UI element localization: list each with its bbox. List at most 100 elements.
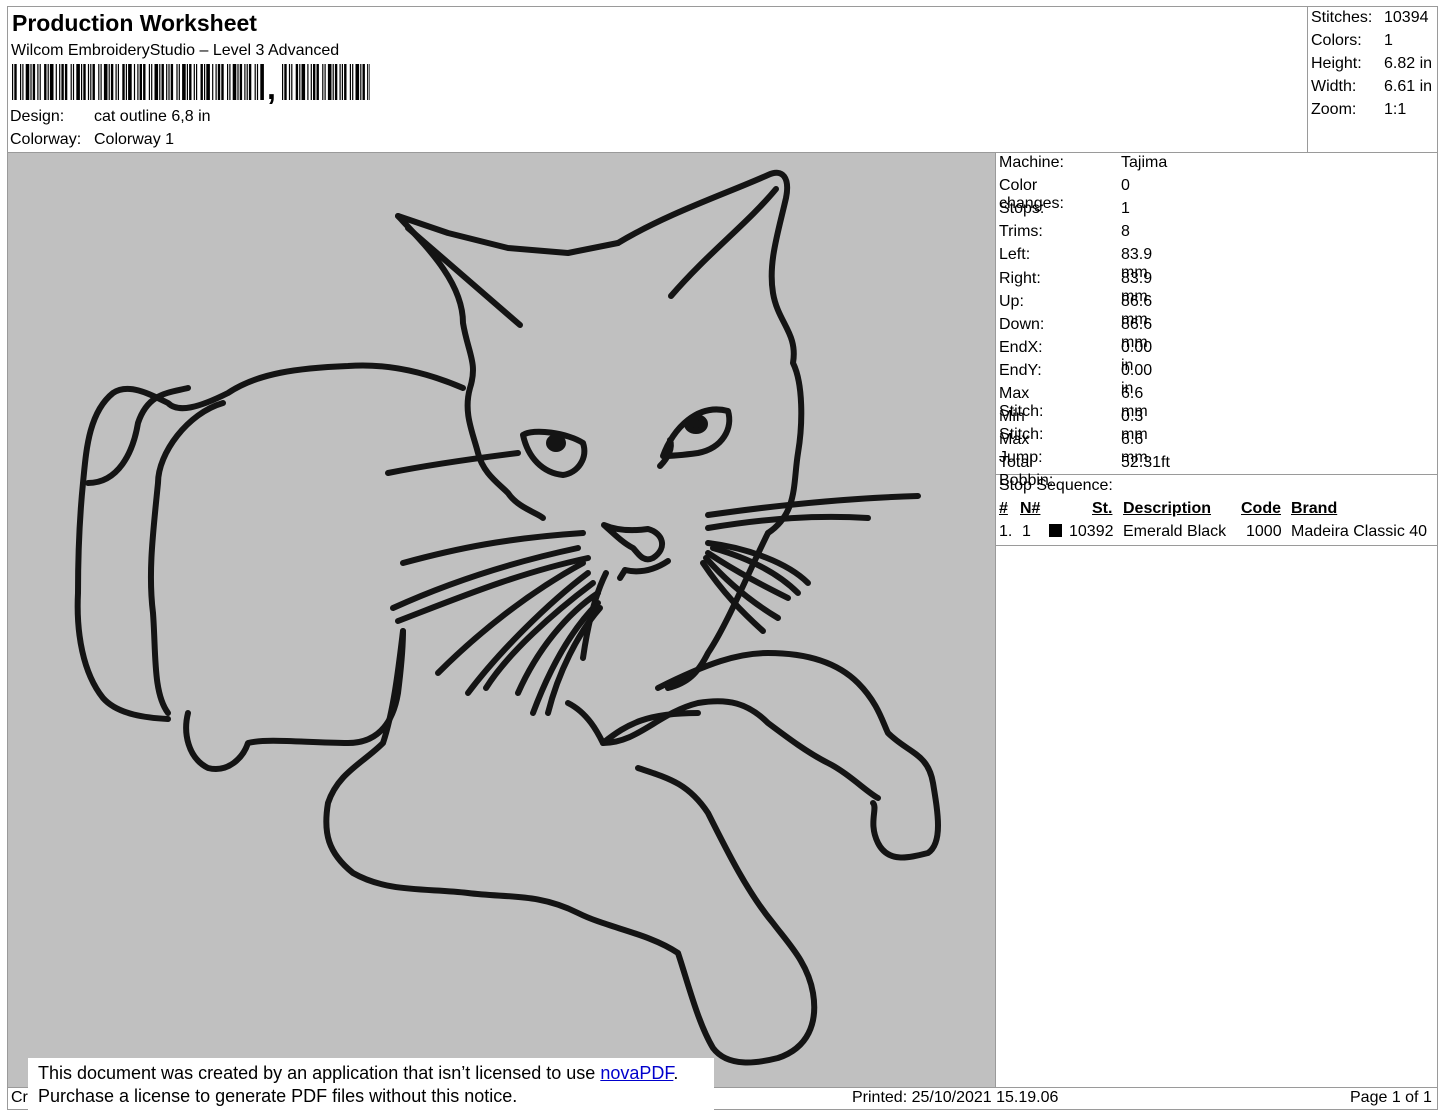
barcode-bar: [37, 64, 39, 100]
barcode-bar: [212, 64, 214, 100]
barcode-bar: [55, 64, 57, 100]
width-label: Width:: [1311, 78, 1357, 95]
barcode-bar: [110, 64, 114, 100]
col-header-stitches: St.: [1092, 500, 1113, 517]
barcode-bar: [307, 64, 309, 100]
barcode-bar: [332, 64, 334, 100]
barcode-bar: [200, 64, 203, 100]
barcode-bar: [344, 64, 347, 100]
barcode-bar: [301, 64, 306, 100]
barcode-bar: [178, 64, 180, 100]
barcode-bar: [341, 64, 343, 100]
barcode-bar: [229, 64, 231, 100]
barcode-bar: [256, 64, 259, 100]
barcode-bar: [215, 64, 217, 100]
barcode-bar: [32, 64, 36, 100]
barcode-bar: [139, 64, 142, 100]
barcode-bar: [239, 64, 243, 100]
barcode-bar: [44, 64, 47, 100]
barcode-bar: [310, 64, 312, 100]
barcode-bar: [103, 64, 108, 100]
thread-color-swatch: [1049, 524, 1062, 537]
barcode-bar: [143, 64, 146, 100]
barcode-bar: [284, 64, 287, 100]
barcode-bar: [161, 64, 164, 100]
seq-row-num: 1.: [999, 523, 1013, 540]
barcode-bar: [316, 64, 319, 100]
barcode-bar: [334, 64, 338, 100]
barcode-bar: [237, 64, 239, 100]
barcode-bar: [299, 64, 301, 100]
barcode-bar: [196, 64, 198, 100]
machine-info-label: Trims:: [999, 223, 1043, 241]
page-title: Production Worksheet: [12, 10, 257, 36]
barcode-bar: [193, 64, 195, 100]
barcode-bar: [186, 64, 188, 100]
barcode-bar: [182, 64, 186, 100]
barcode-bar: [217, 64, 221, 100]
barcode-bar: [61, 64, 64, 100]
barcode-bar: [100, 64, 102, 100]
barcode-bar: [189, 64, 192, 100]
height-value: 6.82 in: [1384, 55, 1433, 72]
barcode-bar: [367, 64, 369, 100]
barcode-bar: [352, 64, 354, 100]
machine-info-value: 52.31ft: [1121, 454, 1170, 472]
machine-info-label: Stops:: [999, 200, 1045, 218]
stitches-label: Stitches:: [1311, 9, 1373, 26]
barcode-bar: [248, 64, 252, 100]
barcode-bar: [176, 64, 178, 100]
colors-value: 1: [1384, 32, 1393, 49]
barcode-bar: [362, 64, 365, 100]
barcode-bar: [47, 64, 49, 100]
barcode-bar: [206, 64, 210, 100]
machine-info-value: Tajima: [1121, 154, 1168, 171]
software-name: Wilcom EmbroideryStudio – Level 3 Advanc…: [11, 42, 340, 59]
barcode-bar: [148, 64, 150, 100]
barcode-bar: [291, 64, 293, 100]
barcode-bar: [22, 64, 24, 100]
machine-info-label: Right:: [999, 269, 1041, 287]
barcode-bar: [81, 64, 83, 100]
barcode-bar: [76, 64, 80, 100]
barcode-bar: [322, 64, 324, 100]
barcode-bar: [288, 64, 291, 100]
machine-info-value: 8: [1121, 223, 1130, 241]
seq-row-needle: 1: [1022, 523, 1031, 540]
barcode-bar: [14, 64, 17, 100]
barcode-bar: [87, 64, 90, 100]
barcode-bar: [221, 64, 224, 100]
barcode-bar: [98, 64, 100, 100]
barcode-bar: [295, 64, 299, 100]
barcode-bar: [313, 64, 316, 100]
barcode-bar: [254, 64, 256, 100]
barcode-bar: [227, 64, 229, 100]
col-header-needle: N#: [1020, 500, 1041, 517]
machine-info-label: EndX:: [999, 338, 1043, 356]
machine-info-label: Left:: [999, 246, 1031, 264]
page-number: Page 1 of 1: [1350, 1089, 1432, 1106]
col-header-code: Code: [1241, 500, 1281, 517]
barcode-bar: [355, 64, 360, 100]
blank-frame: [995, 545, 1438, 1088]
design-value: cat outline 6,8 in: [94, 108, 211, 125]
barcode-bar: [327, 64, 332, 100]
barcode-bar: [170, 64, 174, 100]
barcode-bar: [64, 64, 68, 100]
col-header-num: #: [999, 500, 1008, 517]
seq-row-description: Emerald Black: [1123, 523, 1227, 540]
colorway-value: Colorway 1: [94, 131, 175, 148]
barcode-bar: [92, 64, 95, 100]
barcode-bar: [232, 64, 237, 100]
barcode-bar: [166, 64, 168, 100]
novapdf-link[interactable]: novaPDF: [600, 1063, 673, 1083]
barcode-bar: [125, 64, 127, 100]
colorway-label: Colorway:: [10, 131, 82, 148]
seq-row-brand: Madeira Classic 40: [1291, 523, 1428, 540]
notice-line1-prefix: This document was created by an applicat…: [38, 1063, 601, 1083]
barcode-bar: [128, 64, 132, 100]
barcode-bar: [324, 64, 326, 100]
barcode-bar: [20, 64, 22, 100]
machine-info-value: 1: [1121, 200, 1130, 218]
barcode-bar: [12, 64, 14, 100]
